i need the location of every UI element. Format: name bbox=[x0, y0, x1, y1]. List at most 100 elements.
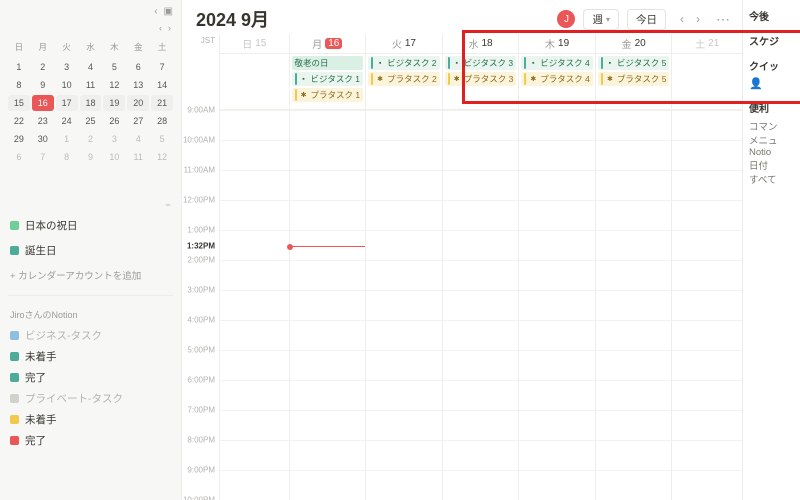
mini-day[interactable]: 8 bbox=[56, 149, 78, 165]
mini-day[interactable]: 5 bbox=[151, 131, 173, 147]
mini-prev-icon[interactable]: ‹ bbox=[159, 23, 162, 33]
avatar[interactable]: J bbox=[557, 10, 575, 28]
event-chip[interactable]: ▪ビジタスク 5 bbox=[598, 56, 670, 70]
mini-day[interactable]: 12 bbox=[151, 149, 173, 165]
mini-day[interactable]: 9 bbox=[32, 77, 54, 93]
mini-day[interactable]: 4 bbox=[80, 59, 102, 75]
event-chip[interactable]: ✱プラタスク 3 bbox=[445, 72, 517, 86]
allday-area[interactable]: ▪ビジタスク 2 ✱プラタスク 2 bbox=[366, 54, 442, 110]
hours-area[interactable] bbox=[596, 110, 672, 500]
event-chip[interactable]: ✱プラタスク 5 bbox=[598, 72, 670, 86]
event-chip[interactable]: ✱プラタスク 4 bbox=[521, 72, 593, 86]
day-header[interactable]: 日15 bbox=[220, 34, 289, 54]
event-chip[interactable]: ▪ビジタスク 4 bbox=[521, 56, 593, 70]
mini-day[interactable]: 8 bbox=[8, 77, 30, 93]
rp-line[interactable]: Notio bbox=[749, 147, 794, 158]
sidebar-list-item[interactable]: 未着手 bbox=[8, 346, 173, 367]
mini-day[interactable]: 2 bbox=[80, 131, 102, 147]
mini-day[interactable]: 24 bbox=[56, 113, 78, 129]
mini-next-icon[interactable]: › bbox=[168, 23, 171, 33]
rp-line[interactable]: 日付 bbox=[749, 158, 794, 172]
mini-day[interactable]: 7 bbox=[32, 149, 54, 165]
day-header[interactable]: 木19 bbox=[519, 34, 595, 54]
tag-icon[interactable]: ⌁ bbox=[165, 200, 171, 211]
mini-day[interactable]: 9 bbox=[80, 149, 102, 165]
hours-area[interactable] bbox=[672, 110, 742, 500]
mini-day[interactable]: 30 bbox=[32, 131, 54, 147]
sidebar-list-item[interactable]: 完了 bbox=[8, 367, 173, 388]
view-switch-button[interactable]: 週 ▾ bbox=[583, 9, 619, 30]
hours-area[interactable] bbox=[443, 110, 519, 500]
mini-day[interactable]: 18 bbox=[80, 95, 102, 111]
panel-icon[interactable]: ▣ bbox=[164, 6, 173, 17]
day-header[interactable]: 火17 bbox=[366, 34, 442, 54]
sidebar-list-item[interactable]: プライベート-タスク bbox=[8, 388, 173, 409]
mini-day[interactable]: 11 bbox=[80, 77, 102, 93]
rp-line[interactable]: メニュ bbox=[749, 133, 794, 147]
mini-day[interactable]: 27 bbox=[127, 113, 149, 129]
day-header[interactable]: 月16 bbox=[290, 34, 366, 54]
mini-day[interactable]: 12 bbox=[103, 77, 125, 93]
hours-area[interactable] bbox=[290, 110, 366, 500]
event-chip[interactable]: 敬老の日 bbox=[292, 56, 364, 70]
hours-area[interactable] bbox=[220, 110, 289, 500]
hours-area[interactable] bbox=[366, 110, 442, 500]
mini-day[interactable]: 17 bbox=[56, 95, 78, 111]
mini-day[interactable]: 3 bbox=[103, 131, 125, 147]
person-icon[interactable]: 👤 bbox=[749, 77, 794, 90]
allday-area[interactable] bbox=[672, 54, 742, 110]
allday-area[interactable]: ▪ビジタスク 4 ✱プラタスク 4 bbox=[519, 54, 595, 110]
mini-day[interactable]: 28 bbox=[151, 113, 173, 129]
mini-day[interactable]: 6 bbox=[127, 59, 149, 75]
event-chip[interactable]: ▪ビジタスク 2 bbox=[368, 56, 440, 70]
collapse-icon[interactable]: ‹ bbox=[154, 6, 157, 17]
allday-area[interactable]: ▪ビジタスク 5 ✱プラタスク 5 bbox=[596, 54, 672, 110]
day-header[interactable]: 金20 bbox=[596, 34, 672, 54]
allday-area[interactable]: ▪ビジタスク 3 ✱プラタスク 3 bbox=[443, 54, 519, 110]
rp-line[interactable]: すべて bbox=[749, 172, 794, 186]
mini-day[interactable]: 1 bbox=[8, 59, 30, 75]
sidebar-list-item[interactable]: 完了 bbox=[8, 430, 173, 451]
mini-day[interactable]: 2 bbox=[32, 59, 54, 75]
mini-day[interactable]: 4 bbox=[127, 131, 149, 147]
event-chip[interactable]: ▪ビジタスク 3 bbox=[445, 56, 517, 70]
allday-area[interactable] bbox=[220, 54, 289, 110]
event-chip[interactable]: ▪ビジタスク 1 bbox=[292, 72, 364, 86]
mini-day[interactable]: 22 bbox=[8, 113, 30, 129]
sidebar-list-item[interactable]: 未着手 bbox=[8, 409, 173, 430]
day-header[interactable]: 土21 bbox=[672, 34, 742, 54]
mini-day[interactable]: 29 bbox=[8, 131, 30, 147]
mini-cal-grid[interactable]: 1234567891011121314151617181920212223242… bbox=[8, 59, 173, 165]
mini-day[interactable]: 10 bbox=[103, 149, 125, 165]
mini-day[interactable]: 20 bbox=[127, 95, 149, 111]
mini-day[interactable]: 25 bbox=[80, 113, 102, 129]
sidebar-list-item[interactable]: ビジネス-タスク bbox=[8, 325, 173, 346]
mini-day[interactable]: 16 bbox=[32, 95, 54, 111]
more-menu-icon[interactable]: ⋯ bbox=[714, 11, 732, 28]
sidebar-item-birthdays[interactable]: 誕生日 bbox=[8, 240, 173, 261]
mini-day[interactable]: 6 bbox=[8, 149, 30, 165]
mini-day[interactable]: 15 bbox=[8, 95, 30, 111]
next-week-icon[interactable]: › bbox=[690, 12, 706, 26]
event-chip[interactable]: ✱プラタスク 1 bbox=[292, 88, 364, 102]
mini-day[interactable]: 26 bbox=[103, 113, 125, 129]
mini-day[interactable]: 3 bbox=[56, 59, 78, 75]
today-button[interactable]: 今日 bbox=[627, 9, 666, 30]
sidebar-item-holidays[interactable]: 日本の祝日 bbox=[8, 215, 173, 236]
add-calendar-account[interactable]: + カレンダーアカウントを追加 bbox=[8, 265, 173, 285]
mini-day[interactable]: 7 bbox=[151, 59, 173, 75]
allday-area[interactable]: 敬老の日 ▪ビジタスク 1 ✱プラタスク 1 bbox=[290, 54, 366, 110]
mini-day[interactable]: 1 bbox=[56, 131, 78, 147]
event-chip[interactable]: ✱プラタスク 2 bbox=[368, 72, 440, 86]
mini-day[interactable]: 10 bbox=[56, 77, 78, 93]
mini-day[interactable]: 19 bbox=[103, 95, 125, 111]
day-header[interactable]: 水18 bbox=[443, 34, 519, 54]
mini-day[interactable]: 5 bbox=[103, 59, 125, 75]
mini-day[interactable]: 14 bbox=[151, 77, 173, 93]
rp-line[interactable]: コマン bbox=[749, 119, 794, 133]
prev-week-icon[interactable]: ‹ bbox=[674, 12, 690, 26]
mini-day[interactable]: 13 bbox=[127, 77, 149, 93]
hours-area[interactable] bbox=[519, 110, 595, 500]
mini-day[interactable]: 23 bbox=[32, 113, 54, 129]
mini-day[interactable]: 11 bbox=[127, 149, 149, 165]
